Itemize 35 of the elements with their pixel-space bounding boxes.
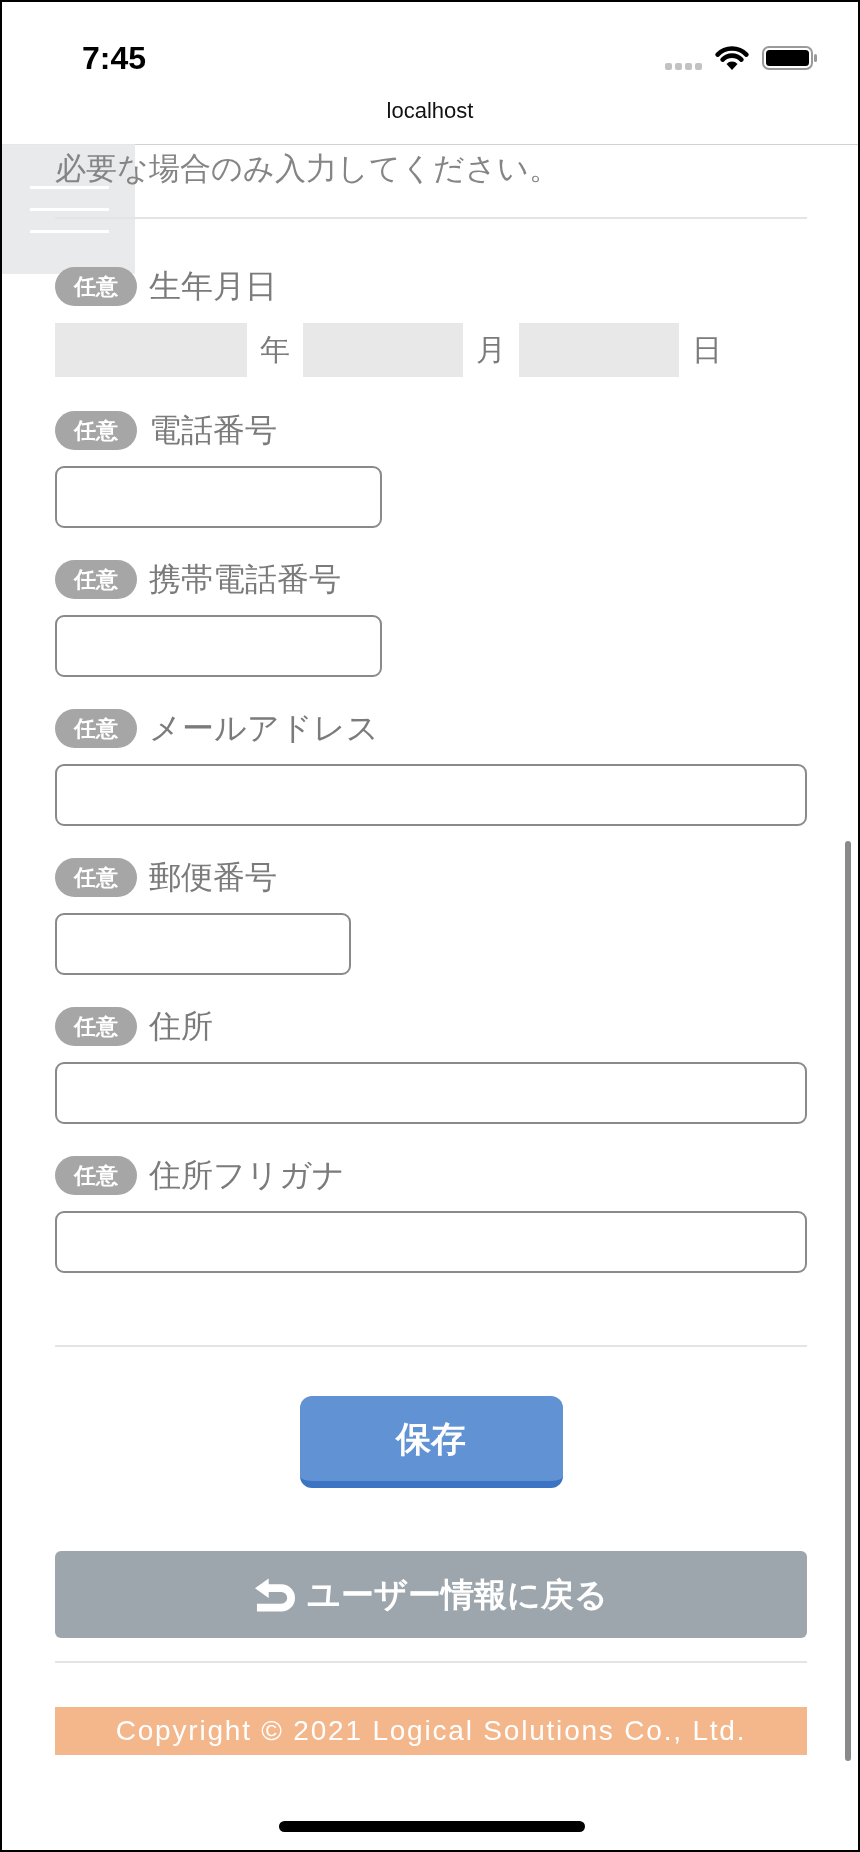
field-label: メールアドレス	[149, 709, 379, 748]
optional-badge: 任意	[55, 1156, 137, 1195]
instruction-text: 必要な場合のみ入力してください。	[55, 150, 561, 188]
field-label: 郵便番号	[149, 858, 277, 897]
input-field[interactable]	[55, 913, 351, 975]
field-label: 住所フリガナ	[149, 1156, 345, 1195]
wifi-icon	[714, 45, 750, 71]
optional-badge: 任意	[55, 560, 137, 599]
unit-label: 日	[692, 332, 722, 368]
field-label: 電話番号	[149, 411, 277, 450]
back-button[interactable]: ユーザー情報に戻る	[55, 1551, 807, 1638]
optional-badge: 任意	[55, 267, 137, 306]
unit-label: 年	[260, 332, 290, 368]
optional-badge: 任意	[55, 1007, 137, 1046]
input-field[interactable]	[55, 1062, 807, 1124]
return-arrow-icon	[254, 1577, 295, 1612]
menu-icon	[30, 186, 109, 233]
status-time: 7:45	[82, 40, 147, 76]
save-button[interactable]: 保存	[299, 1396, 563, 1488]
scrollbar-thumb[interactable]	[845, 841, 851, 1761]
input-field[interactable]	[55, 466, 382, 528]
field-label: 住所	[149, 1007, 213, 1046]
input-field[interactable]	[55, 764, 807, 826]
field-label: 生年月日	[149, 267, 277, 306]
unit-label: 月	[476, 332, 506, 368]
input-field[interactable]	[55, 615, 382, 677]
address-text[interactable]: localhost	[386, 98, 474, 124]
input-field[interactable]	[55, 1211, 807, 1273]
optional-badge: 任意	[55, 411, 137, 450]
signal-icon	[665, 63, 702, 70]
field-label: 携帯電話番号	[149, 560, 341, 599]
optional-badge: 任意	[55, 858, 137, 897]
copyright-bar: Copyright © 2021 Logical Solutions Co., Ltd.	[55, 1707, 807, 1755]
battery-icon	[762, 46, 817, 70]
optional-badge: 任意	[55, 709, 137, 748]
